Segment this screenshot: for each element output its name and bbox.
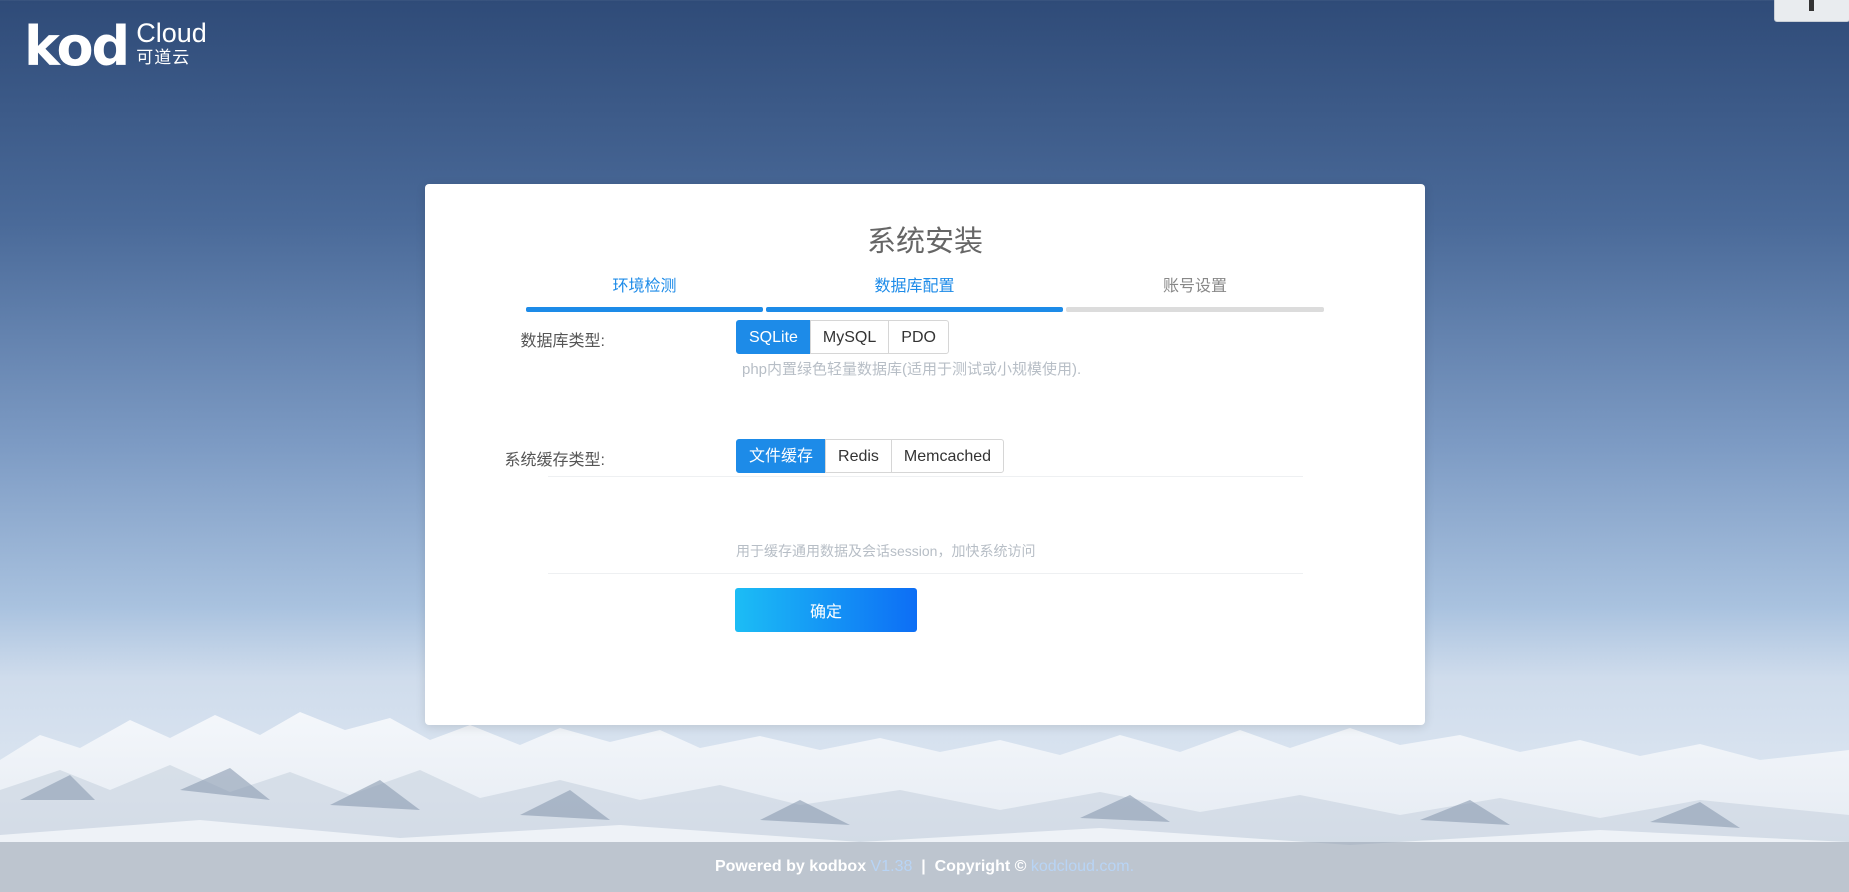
logo-chinese: 可道云 — [136, 48, 191, 67]
footer-powered: Powered by kodbox — [714, 858, 867, 875]
confirm-button[interactable]: 确定 — [735, 588, 917, 632]
footer-copyright: Copyright © — [934, 858, 1027, 875]
step-label: 环境检测 — [612, 278, 677, 295]
db-type-hint: php内置绿色轻量数据库(适用于测试或小规模使用). — [742, 361, 1082, 378]
step-progress-bar — [766, 307, 1063, 312]
page-title: 系统安装 — [866, 226, 983, 258]
cache-type-selector: 文件缓存 Redis Memcached — [736, 439, 1005, 473]
kodcloud-logo[interactable]: kod Cloud 可道云 — [24, 20, 207, 74]
step-account-settings: 账号设置 — [1066, 272, 1324, 312]
cache-option-memcached[interactable]: Memcached — [890, 439, 1005, 473]
db-type-selector: SQLite MySQL PDO — [736, 320, 949, 354]
step-env-check: 环境检测 — [526, 272, 763, 312]
cache-type-label: 系统缓存类型: — [504, 452, 605, 469]
footer-separator: | — [921, 858, 926, 875]
install-steps: 环境检测 数据库配置 账号设置 — [526, 272, 1324, 312]
section-divider — [548, 573, 1303, 574]
cache-type-hint: 用于缓存通用数据及会话session，加快系统访问 — [736, 543, 1036, 559]
cache-option-file[interactable]: 文件缓存 — [736, 439, 827, 473]
footer-version: V1.38 — [870, 858, 913, 875]
logo-english: Cloud — [136, 18, 207, 48]
step-label: 账号设置 — [1162, 278, 1227, 295]
footer-tail: . — [1129, 858, 1135, 875]
step-db-config: 数据库配置 — [766, 272, 1063, 312]
corner-tab-button[interactable] — [1774, 0, 1849, 22]
logo-mark: kod — [24, 15, 130, 78]
db-type-label: 数据库类型: — [520, 333, 605, 350]
step-progress-bar — [1066, 307, 1324, 312]
db-option-mysql[interactable]: MySQL — [809, 320, 890, 354]
step-label: 数据库配置 — [874, 278, 955, 295]
step-progress-bar — [526, 307, 763, 312]
cache-option-redis[interactable]: Redis — [825, 439, 892, 473]
db-option-pdo[interactable]: PDO — [888, 320, 949, 354]
footer: Powered by kodbox V1.38 | Copyright © ko… — [0, 842, 1849, 892]
section-divider — [548, 476, 1303, 477]
footer-site-link[interactable]: kodcloud.com — [1031, 858, 1130, 875]
install-card: 系统安装 环境检测 数据库配置 账号设置 数据库类型: SQLite MySQL… — [425, 184, 1425, 725]
db-option-sqlite[interactable]: SQLite — [736, 320, 811, 354]
corner-tab-icon — [1809, 0, 1814, 11]
